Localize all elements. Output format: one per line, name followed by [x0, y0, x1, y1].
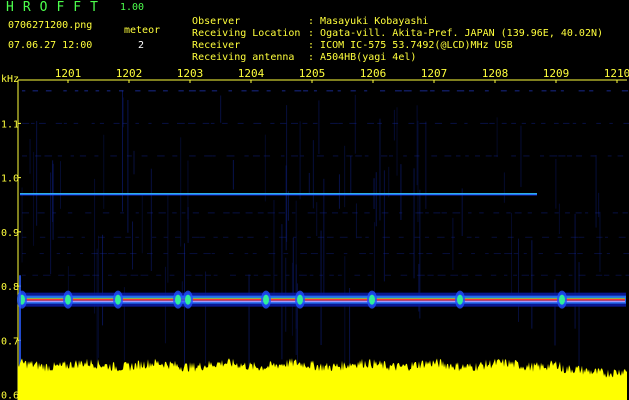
x-tick-label: 1201 — [55, 67, 82, 80]
y-tick-label: 0.8 — [1, 282, 19, 293]
band-bump-core — [263, 294, 269, 305]
x-tick-label: 1204 — [238, 67, 265, 80]
x-tick-label: 1210 — [604, 67, 629, 80]
x-tick-label: 1202 — [116, 67, 143, 80]
band-bump-core — [175, 294, 181, 305]
band-bump-core — [559, 294, 565, 305]
x-tick-label: 1208 — [482, 67, 509, 80]
y-tick-label: 1.1 — [1, 119, 19, 130]
spectrogram-plot: 1201 1202 1203 1204 1205 1206 1207 1208 1209 1210… — [1, 67, 629, 400]
band-bump-core — [115, 294, 121, 305]
x-tick-label: 1206 — [360, 67, 387, 80]
band-bump-core — [457, 294, 463, 305]
band-bump-core — [369, 294, 375, 305]
y-tick-label: 0.6 — [1, 391, 19, 400]
noise-floor-fill — [18, 358, 627, 400]
band-bump-core — [297, 294, 303, 305]
x-tick-label: 1207 — [421, 67, 448, 80]
x-tick-label: 1209 — [543, 67, 570, 80]
x-tick-label: 1205 — [299, 67, 326, 80]
band-bump-core — [65, 294, 71, 305]
band-bump-core — [185, 294, 191, 305]
y-tick-label: 1.0 — [1, 174, 19, 185]
y-tick-label: 0.9 — [1, 228, 19, 239]
y-tick-label: 0.7 — [1, 336, 19, 347]
x-tick-label: 1203 — [177, 67, 204, 80]
